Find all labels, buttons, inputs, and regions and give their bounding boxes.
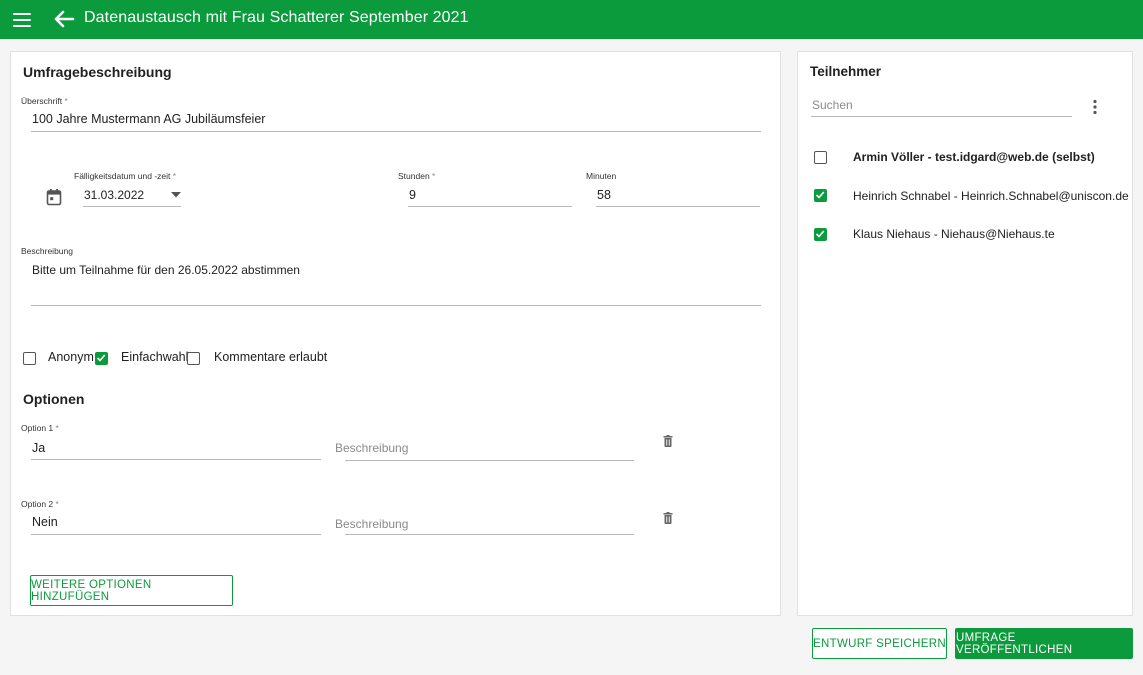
participant-checkbox-3[interactable]	[814, 228, 827, 241]
minutes-label: Minuten	[586, 171, 617, 181]
participants-card: Teilnehmer Suchen Armin Völler - test.id…	[797, 51, 1133, 616]
option-1-label: Option 1 *	[21, 423, 59, 433]
participant-checkbox-1[interactable]	[814, 151, 827, 164]
option-1-underline	[31, 459, 321, 460]
save-draft-button[interactable]: ENTWURF SPEICHERN	[812, 628, 947, 659]
options-section-title: Optionen	[23, 391, 85, 407]
participant-name-2: Heinrich Schnabel - Heinrich.Schnabel@un…	[853, 189, 1129, 203]
anonym-label: Anonym	[48, 350, 94, 364]
participant-name-3: Klaus Niehaus - Niehaus@Niehaus.te	[853, 227, 1055, 241]
kommentare-checkbox[interactable]	[187, 352, 200, 365]
page-title: Datenaustausch mit Frau Schatterer Septe…	[84, 9, 469, 26]
delete-option-1-icon[interactable]	[663, 435, 673, 447]
einfachwahl-checkbox[interactable]	[95, 352, 108, 365]
dropdown-arrow-icon[interactable]	[171, 192, 181, 198]
due-date-underline	[83, 206, 181, 207]
due-date-label: Fälligkeitsdatum und -zeit *	[74, 171, 177, 181]
option-1-description-underline	[345, 460, 634, 461]
back-arrow-icon[interactable]	[53, 9, 75, 29]
due-date-select[interactable]: 31.03.2022	[84, 188, 144, 202]
add-option-button[interactable]: WEITERE OPTIONEN HINZUFÜGEN	[30, 575, 233, 606]
participant-search-underline	[811, 116, 1072, 117]
heading-label: Überschrift *	[21, 96, 68, 106]
hours-input[interactable]: 9	[409, 188, 416, 202]
anonym-checkbox[interactable]	[23, 352, 36, 365]
delete-option-2-icon[interactable]	[663, 512, 673, 524]
participant-name-1: Armin Völler - test.idgard@web.de (selbs…	[853, 150, 1095, 164]
heading-input[interactable]: 100 Jahre Mustermann AG Jubiläumsfeier	[32, 112, 265, 126]
option-2-description-input[interactable]: Beschreibung	[335, 517, 408, 531]
minutes-input[interactable]: 58	[597, 188, 611, 202]
description-label: Beschreibung	[21, 246, 73, 256]
option-2-description-underline	[345, 534, 634, 535]
einfachwahl-label: Einfachwahl	[121, 350, 189, 364]
survey-card: Umfragebeschreibung Überschrift * 100 Ja…	[10, 51, 781, 616]
description-input[interactable]: Bitte um Teilnahme für den 26.05.2022 ab…	[32, 263, 300, 277]
minutes-underline	[596, 206, 760, 207]
heading-underline	[31, 131, 761, 132]
kommentare-label: Kommentare erlaubt	[214, 350, 328, 364]
survey-section-title: Umfragebeschreibung	[23, 64, 172, 80]
option-1-input[interactable]: Ja	[32, 441, 45, 455]
more-vert-icon[interactable]	[1092, 99, 1098, 115]
calendar-icon[interactable]	[46, 188, 62, 206]
option-2-input[interactable]: Nein	[32, 515, 58, 529]
option-2-label: Option 2 *	[21, 499, 59, 509]
menu-icon[interactable]	[13, 13, 31, 27]
hours-underline	[408, 206, 572, 207]
participant-search-input[interactable]: Suchen	[812, 98, 853, 112]
description-underline	[31, 305, 761, 306]
option-1-description-input[interactable]: Beschreibung	[335, 441, 408, 455]
publish-survey-button[interactable]: UMFRAGE VERÖFFENTLICHEN	[955, 628, 1133, 659]
participant-checkbox-2[interactable]	[814, 189, 827, 202]
participants-title: Teilnehmer	[810, 64, 882, 79]
hours-label: Stunden *	[398, 171, 436, 181]
app-bar: Datenaustausch mit Frau Schatterer Septe…	[0, 0, 1143, 39]
option-2-underline	[31, 534, 321, 535]
